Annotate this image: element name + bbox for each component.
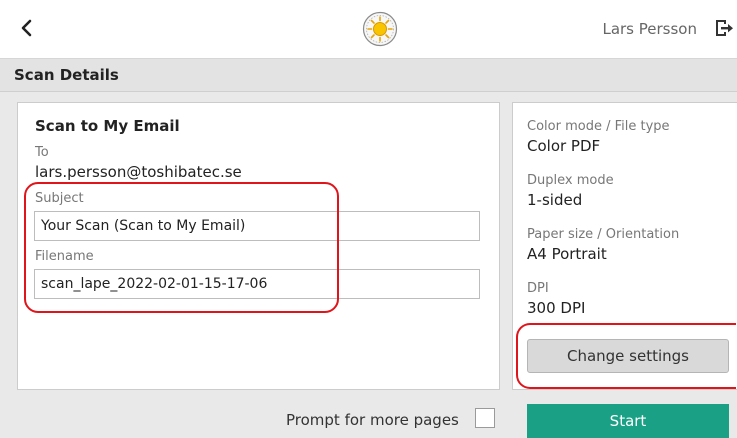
change-settings-button[interactable]: Change settings [527, 339, 729, 373]
logout-icon [716, 20, 733, 36]
duplex-label: Duplex mode [527, 173, 614, 188]
start-button[interactable]: Start [527, 404, 729, 438]
filename-label: Filename [35, 249, 94, 264]
dpi-value: 300 DPI [527, 299, 586, 317]
subject-input[interactable] [34, 211, 480, 241]
sun-logo-icon [362, 11, 398, 47]
color-mode-value: Color PDF [527, 137, 601, 155]
subject-label: Subject [35, 191, 84, 206]
prompt-more-pages-label: Prompt for more pages [286, 411, 459, 429]
chevron-left-icon [21, 19, 32, 37]
prompt-more-pages-checkbox[interactable] [475, 408, 495, 428]
logout-button[interactable] [713, 18, 733, 38]
user-name: Lars Persson [602, 20, 697, 38]
dpi-label: DPI [527, 281, 549, 296]
filename-input[interactable] [34, 269, 480, 299]
title-bar: Scan Details [0, 59, 737, 92]
to-label: To [35, 145, 49, 160]
back-button[interactable] [14, 15, 40, 41]
paper-size-label: Paper size / Orientation [527, 227, 680, 242]
scan-settings-panel: Color mode / File type Color PDF Duplex … [512, 102, 737, 390]
scan-details-panel: Scan to My Email To lars.persson@toshiba… [17, 102, 500, 390]
color-mode-label: Color mode / File type [527, 119, 670, 134]
page-title: Scan Details [14, 66, 119, 84]
paper-size-value: A4 Portrait [527, 245, 607, 263]
top-bar: Lars Persson [0, 0, 737, 59]
duplex-value: 1-sided [527, 191, 583, 209]
section-title: Scan to My Email [35, 117, 180, 135]
to-value: lars.persson@toshibatec.se [35, 163, 242, 181]
